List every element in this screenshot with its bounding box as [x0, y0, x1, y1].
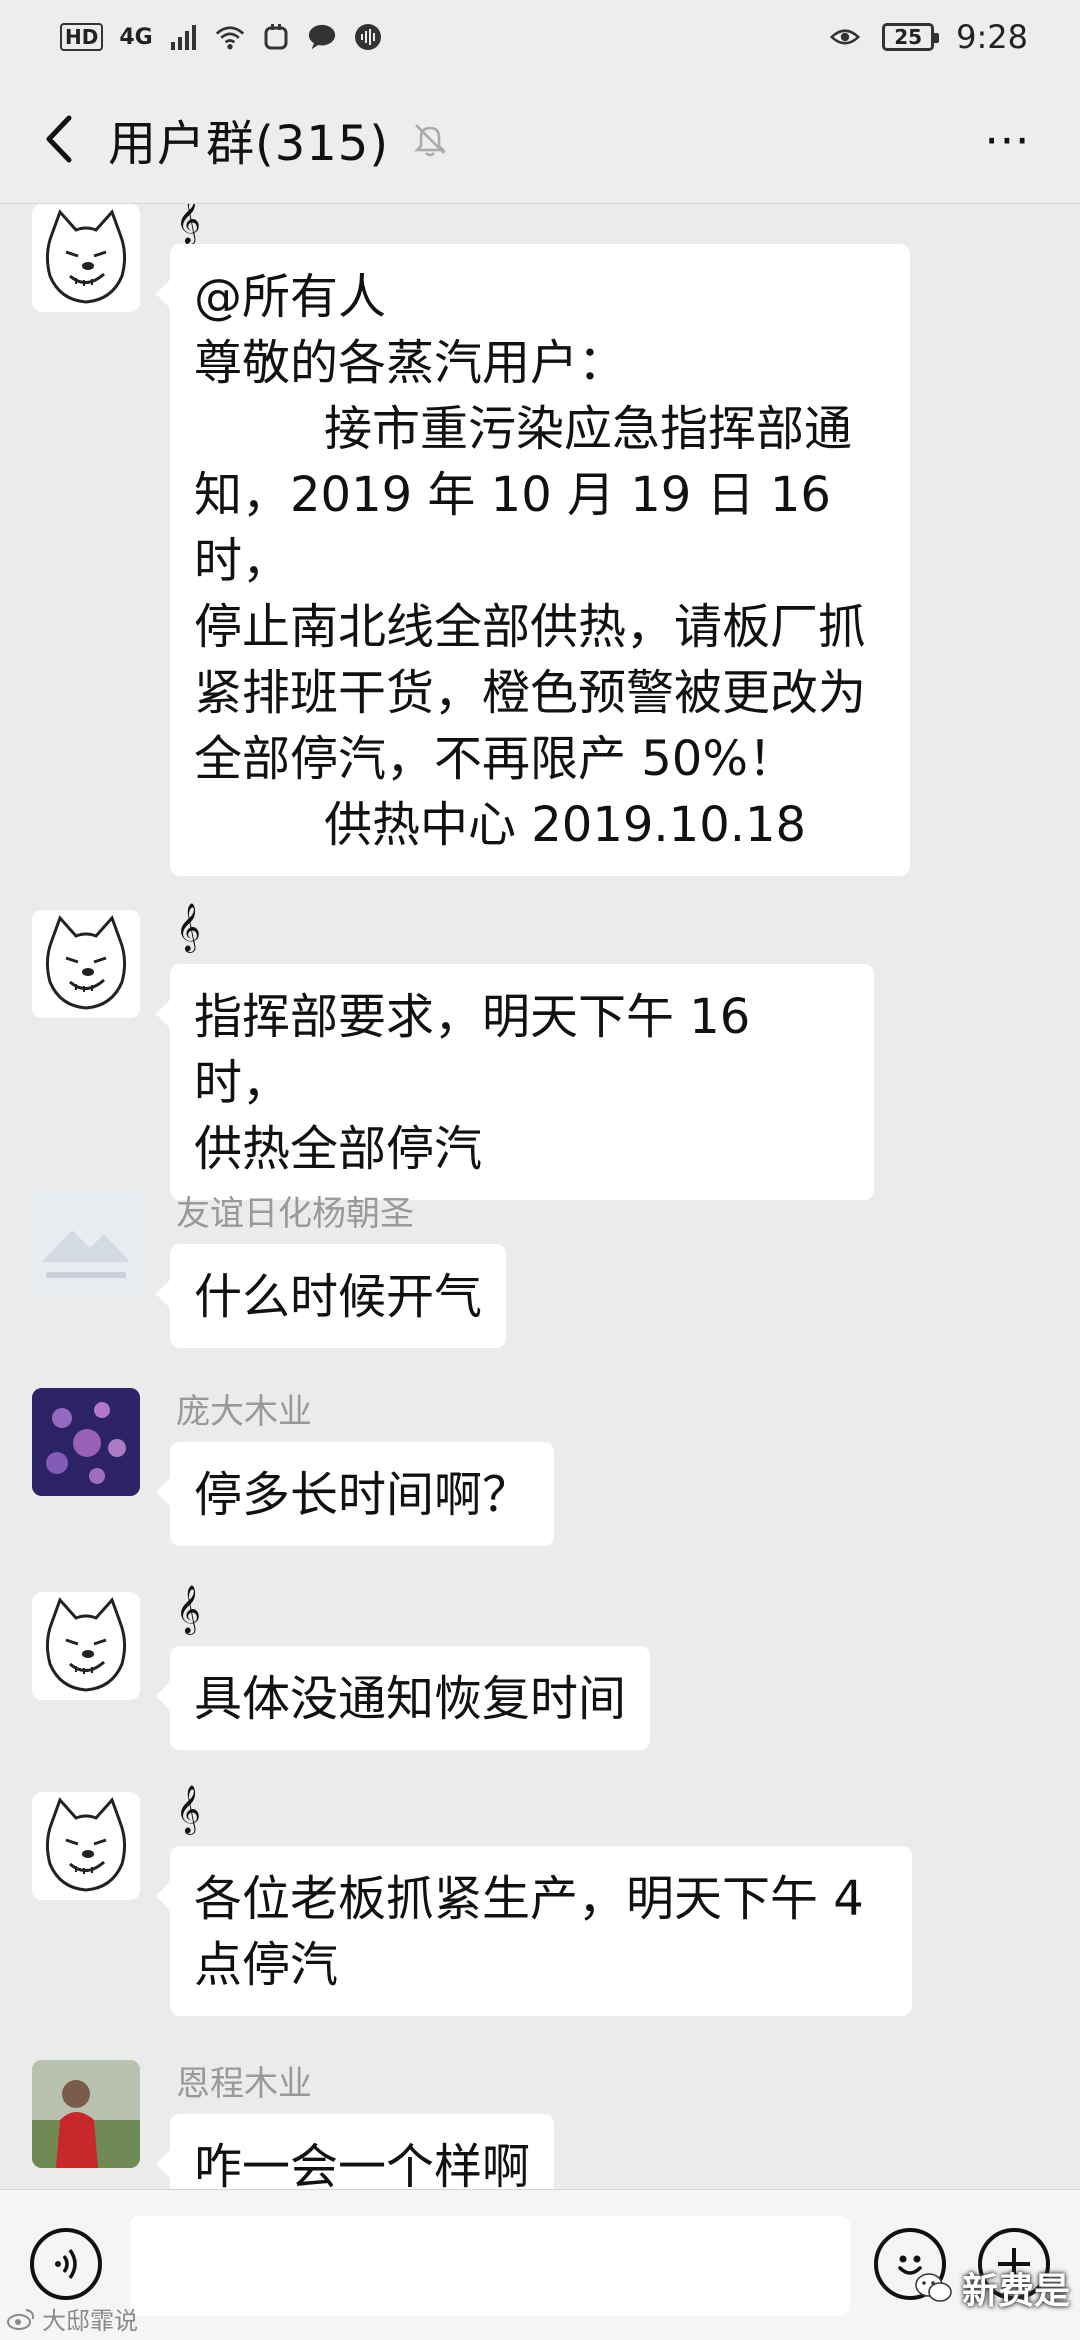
avatar[interactable]: [32, 1592, 140, 1700]
status-time: 9:28: [956, 18, 1028, 56]
message-line: 接市重污染应急指挥部通: [324, 401, 853, 457]
message-bubble[interactable]: @所有人 尊敬的各蒸汽用户： 接市重污染应急指挥部通 知，2019 年 10 月…: [156, 244, 910, 876]
message-line: 全部停汽，不再限产 50%！: [194, 731, 796, 787]
status-right: 25 9:28: [830, 18, 1028, 56]
message-line: 供热中心 2019.10.18: [324, 797, 807, 853]
message-line: 尊敬的各蒸汽用户：: [194, 335, 627, 391]
message-line: 各位老板抓紧生产，明天下午 4: [194, 1871, 864, 1927]
battery-indicator: 25: [882, 23, 940, 51]
message-line: 什么时候开气: [194, 1269, 483, 1325]
sender-music-icon: 𝄞: [176, 1584, 201, 1633]
message-line: 停多长时间啊？: [194, 1467, 531, 1523]
message-list[interactable]: 𝄞 @所有人 尊敬的各蒸汽用户： 接市重污染应急指挥部通 知，2019 年 10…: [0, 204, 1080, 2189]
watermark-right: 新费是: [914, 2262, 1070, 2314]
watermark-right-text: 新费是: [961, 2271, 1070, 2312]
chat-header: 用户群(315) ⋯: [0, 74, 1080, 204]
message-bubble[interactable]: 各位老板抓紧生产，明天下午 4 点停汽: [156, 1846, 912, 2016]
message-input[interactable]: [130, 2216, 850, 2316]
jellyfish-photo-avatar: [32, 1388, 140, 1496]
watermark-left-text: 大邸霏说: [42, 2307, 138, 2335]
message-line: @所有人: [194, 269, 387, 325]
message-bubble[interactable]: 具体没通知恢复时间: [155, 1646, 651, 1750]
voice-wave-icon: [55, 2248, 77, 2280]
voice-notification-icon: [353, 22, 383, 52]
watermark-left: 大邸霏说: [6, 2301, 138, 2336]
message-line: 紧排班干货，橙色预警被更改为: [194, 665, 867, 721]
input-bar: 大邸霏说 新费是: [0, 2189, 1080, 2340]
message-line: 知，2019 年 10 月 19 日 16 时，: [194, 467, 831, 589]
avatar[interactable]: [32, 1792, 140, 1900]
wifi-icon: [215, 22, 245, 52]
status-bar: HD 4G 25 9:28: [0, 0, 1080, 74]
avatar[interactable]: [32, 204, 140, 312]
chevron-left-icon: [46, 115, 72, 162]
sender-music-icon: 𝄞: [176, 902, 201, 951]
message-bubble[interactable]: 指挥部要求，明天下午 16 时， 供热全部停汽: [156, 964, 874, 1200]
message-line: 停止南北线全部供热，请板厂抓: [194, 599, 867, 655]
wechat-logo-icon: [915, 2273, 952, 2302]
weibo-logo-icon: [7, 2308, 35, 2330]
chat-notification-icon: [307, 22, 337, 52]
eye-comfort-icon: [830, 22, 861, 52]
signal-icon: [169, 22, 199, 52]
hd-indicator: HD: [60, 23, 104, 51]
muted-bell-icon: [411, 119, 451, 159]
voice-input-button[interactable]: [30, 2228, 102, 2300]
image-unavailable-avatar: [32, 1190, 140, 1298]
avatar[interactable]: [32, 1190, 140, 1298]
message-bubble[interactable]: 什么时候开气: [155, 1244, 507, 1348]
cartoon-dog-avatar: [32, 204, 140, 312]
sender-name: 庞大木业: [176, 1392, 312, 1432]
message-bubble[interactable]: 停多长时间啊？: [155, 1442, 555, 1546]
cartoon-dog-avatar: [32, 1592, 140, 1700]
more-options-button[interactable]: ⋯: [984, 116, 1034, 162]
message-line: 指挥部要求，明天下午 16 时，: [194, 989, 751, 1111]
sender-name: 友谊日化杨朝圣: [176, 1194, 414, 1234]
sender-music-icon: 𝄞: [176, 204, 201, 243]
message-line: 点停汽: [194, 1937, 339, 1993]
person-photo-avatar: [32, 2060, 140, 2168]
message-line: 咋一会一个样啊: [194, 2139, 531, 2189]
cartoon-dog-avatar: [32, 1792, 140, 1900]
cartoon-dog-avatar: [32, 910, 140, 1018]
chat-title: 用户群(315): [108, 115, 390, 172]
avatar[interactable]: [32, 910, 140, 1018]
status-left: HD 4G: [60, 22, 383, 52]
app-notification-icon: [261, 22, 291, 52]
message-bubble[interactable]: 咋一会一个样啊: [155, 2114, 555, 2189]
network-type: 4G: [119, 24, 153, 50]
sender-name: 恩程木业: [176, 2064, 312, 2104]
avatar[interactable]: [32, 2060, 140, 2168]
message-line: 具体没通知恢复时间: [194, 1671, 627, 1727]
sender-music-icon: 𝄞: [176, 1784, 201, 1833]
message-line: 供热全部停汽: [194, 1121, 483, 1177]
back-button[interactable]: [28, 109, 88, 169]
avatar[interactable]: [32, 1388, 140, 1496]
